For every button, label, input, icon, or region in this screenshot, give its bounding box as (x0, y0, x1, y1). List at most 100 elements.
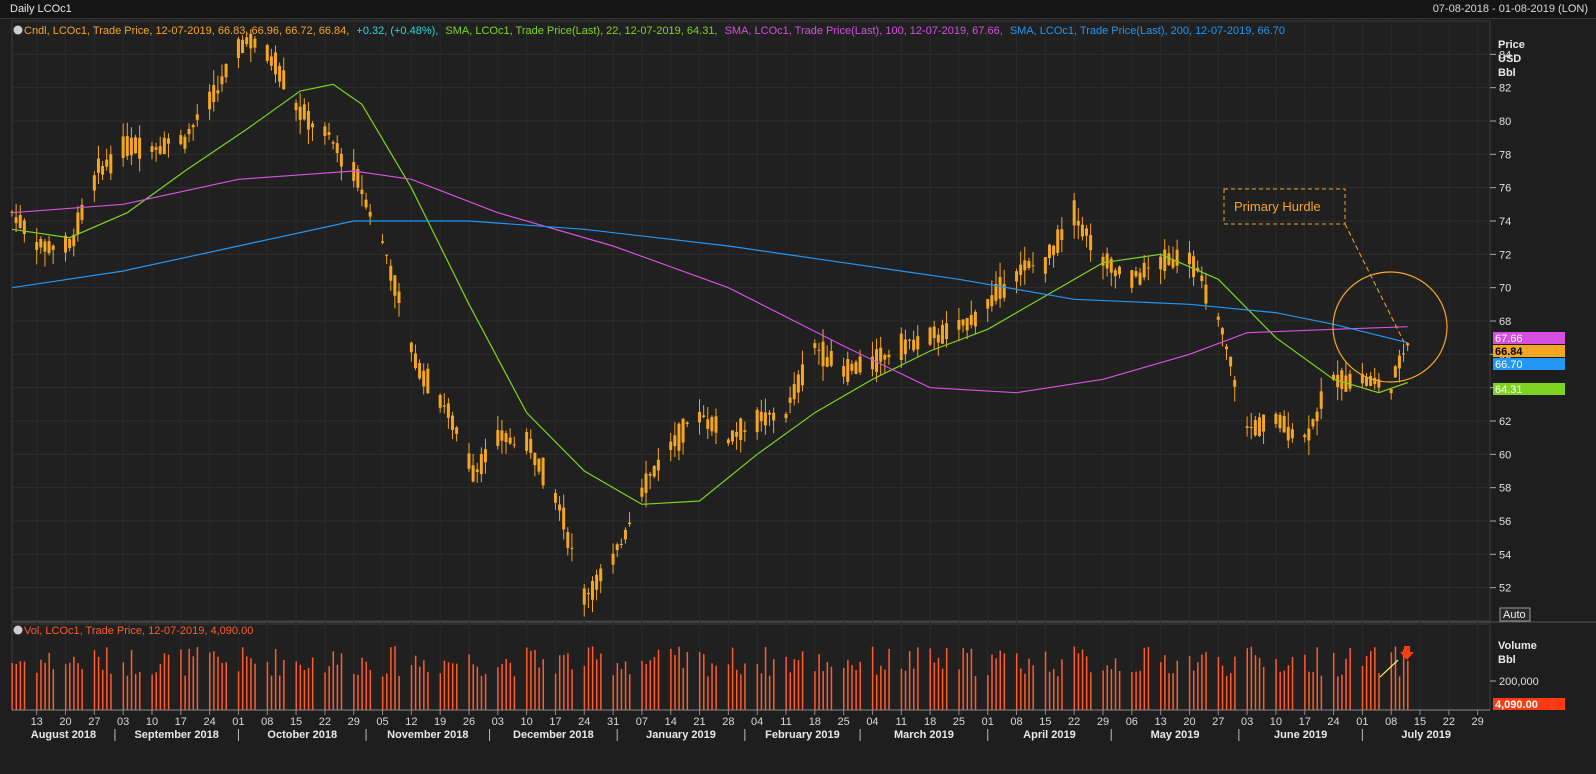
volume-bar (558, 655, 561, 710)
date-tick-label: 22 (1443, 716, 1455, 728)
candle-body (105, 159, 109, 167)
candle-body (385, 254, 389, 256)
volume-bar (1361, 665, 1364, 710)
volume-bar (822, 671, 824, 710)
tag-sma200: 66.70 (1495, 359, 1523, 371)
date-range[interactable]: 07-08-2018 - 01-08-2019 (LON) (1433, 3, 1588, 15)
date-tick-label: 15 (1414, 716, 1426, 728)
volume-bar (731, 647, 734, 710)
volume-bar (513, 676, 516, 710)
candle-body (619, 543, 623, 545)
price-tick-label: 78 (1499, 149, 1511, 161)
candle-body (393, 275, 397, 296)
candle-body (553, 493, 557, 503)
volume-bar (995, 658, 997, 710)
candle-body (566, 532, 570, 548)
candle-body (1307, 428, 1311, 441)
candle-body (1101, 256, 1105, 266)
volume-bar (1201, 654, 1203, 710)
date-tick-label: 19 (434, 716, 446, 728)
candle-body (768, 412, 772, 415)
volume-bar (44, 662, 46, 710)
candle-body (187, 129, 191, 135)
volume-bar (213, 651, 215, 710)
volume-bar (855, 669, 857, 710)
candle-body (714, 416, 718, 433)
date-tick-label: 10 (146, 716, 158, 728)
volume-bar (1188, 656, 1191, 710)
candle-body (1056, 229, 1060, 253)
volume-bar (480, 675, 483, 710)
volume-bar (789, 672, 792, 710)
candle-body (1085, 228, 1089, 236)
volume-bar (871, 646, 874, 710)
candle-body (821, 341, 825, 367)
volume-bar (443, 660, 446, 710)
legend-candle-change: +0.32, (+0.48%), (356, 25, 438, 37)
date-tick-label: 10 (520, 716, 532, 728)
volume-bar (295, 661, 297, 710)
candle-body (236, 39, 240, 58)
volume-bar (913, 668, 915, 710)
date-tick-label: 08 (1010, 716, 1022, 728)
volume-bar (1398, 676, 1401, 710)
candle-body (269, 56, 273, 66)
candle-body (858, 356, 862, 373)
candle-body (1159, 256, 1163, 270)
volume-bar (509, 662, 512, 710)
candle-body (253, 38, 257, 48)
candle-body (1393, 366, 1397, 378)
volume-bar (628, 674, 631, 710)
volume-bar (1279, 671, 1281, 710)
volume-axis-unit: Bbl (1498, 654, 1516, 666)
date-tick-label: 11 (780, 716, 791, 728)
volume-bar (36, 672, 38, 710)
candle-body (1225, 346, 1229, 350)
volume-bar (1234, 656, 1236, 710)
candle-body (1249, 426, 1253, 429)
price-tick-label: 72 (1499, 249, 1511, 261)
settings-icon[interactable] (13, 25, 23, 35)
volume-bar (1337, 676, 1339, 710)
candle-body (1187, 252, 1191, 265)
volume-bar (1015, 653, 1018, 710)
candle-body (850, 363, 854, 371)
candle-body (150, 146, 154, 152)
date-tick-label: 17 (1299, 716, 1311, 728)
price-tick-label: 60 (1499, 449, 1511, 461)
volume-bar (703, 654, 705, 710)
candle-body (615, 544, 619, 551)
volume-bar (410, 665, 413, 710)
date-tick-label: 17 (549, 716, 561, 728)
candle-body (339, 153, 343, 167)
date-tick-label: 14 (665, 716, 677, 728)
volume-bar (456, 663, 458, 710)
candle-body (558, 504, 562, 511)
volume-bar (999, 650, 1001, 710)
volume-bar (390, 647, 392, 710)
candle-body (1047, 244, 1051, 259)
candle-body (784, 413, 788, 419)
date-tick-label: 15 (1039, 716, 1051, 728)
volume-bar (740, 674, 742, 710)
price-chart[interactable]: Cndl, LCOc1, Trade Price, 12-07-2019, 66… (0, 19, 1596, 774)
candle-body (698, 411, 702, 423)
candle-body (829, 350, 833, 366)
volume-bar (756, 663, 759, 710)
candle-body (138, 137, 142, 159)
legend-sma100: SMA, LCOc1, Trade Price(Last), 100, 12-0… (725, 25, 1003, 37)
volume-bar (180, 649, 182, 710)
chart-window: Daily LCOc1 07-08-2018 - 01-08-2019 (LON… (0, 0, 1596, 774)
candle-body (656, 459, 660, 471)
volume-bar (945, 647, 948, 710)
volume-settings-icon[interactable] (13, 625, 23, 635)
candle-body (1311, 419, 1315, 427)
date-tick-label: 11 (896, 716, 907, 728)
volume-bar (1283, 670, 1286, 710)
candle-body (306, 110, 310, 130)
candle-body (739, 418, 743, 440)
month-label: August 2018 (31, 729, 96, 741)
candle-body (1076, 220, 1080, 226)
date-tick-label: 03 (492, 716, 504, 728)
volume-bar (365, 661, 367, 710)
